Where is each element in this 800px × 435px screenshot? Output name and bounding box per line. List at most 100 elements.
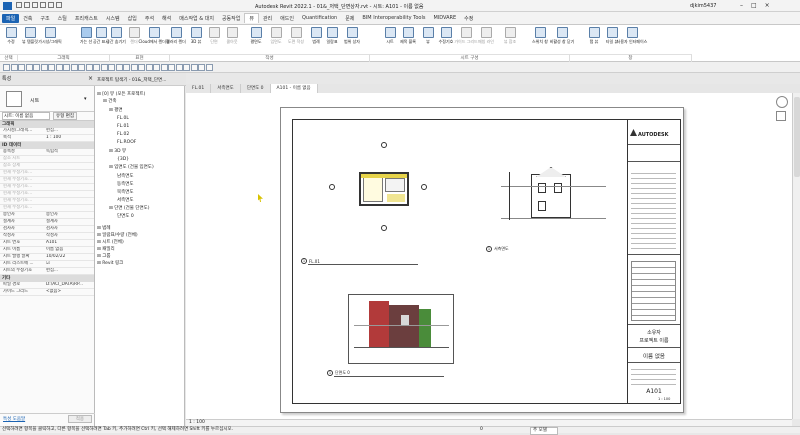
print-icon[interactable] (48, 2, 54, 8)
ribbon-button-20[interactable]: 뷰 (420, 27, 436, 44)
type-dropdown-icon[interactable]: ▾ (84, 96, 87, 102)
property-value[interactable]: ☑ (44, 261, 94, 267)
browser-node[interactable]: 남측면도 (117, 174, 134, 180)
open-icon[interactable] (16, 2, 22, 8)
ribbon-tab-12[interactable]: 관리 (259, 14, 276, 23)
property-row[interactable]: 현재 수정기호... (0, 198, 94, 205)
property-row[interactable]: 현재 수정기호... (0, 177, 94, 184)
property-value[interactable] (44, 205, 94, 211)
active-workset[interactable]: 주 모델 (530, 427, 558, 435)
browser-node[interactable]: 서측면도 (117, 198, 134, 204)
ribbon-button-21[interactable]: 수정기호 (438, 27, 454, 44)
vertical-scrollbar[interactable] (792, 93, 800, 419)
ribbon-tab-13[interactable]: 애드인 (276, 14, 298, 23)
browser-node[interactable]: ⊟ 일람표/수량 (전체) (97, 233, 138, 239)
property-value[interactable]: 10/02/22 (44, 254, 94, 260)
view-tab-1[interactable]: 서측면도 (211, 84, 241, 93)
ribbon-tab-11[interactable]: 뷰 (244, 13, 259, 23)
property-value[interactable] (44, 163, 94, 169)
instance-filter[interactable]: 시트: 이름 없음 (2, 112, 50, 120)
property-value[interactable]: 편집... (44, 268, 94, 274)
ribbon-tab-10[interactable]: 공동작업 (218, 14, 244, 23)
option-tool-icon[interactable] (108, 64, 115, 71)
property-row[interactable]: 종속성 독립적 (0, 149, 94, 156)
ribbon-button-18[interactable]: 시트 (382, 27, 398, 44)
property-value[interactable] (44, 198, 94, 204)
option-tool-icon[interactable] (183, 64, 190, 71)
property-row[interactable]: 작성자 작성자 (0, 233, 94, 240)
option-tool-icon[interactable] (100, 64, 108, 71)
ribbon-button-25[interactable]: 스위치 창 (532, 27, 548, 44)
ribbon-panel-1[interactable]: 그래픽 (18, 54, 110, 62)
property-row[interactable]: 시트 이름 이름 없음 (0, 247, 94, 254)
ribbon-tab-3[interactable]: 스틸 (54, 14, 71, 23)
ribbon-button-11[interactable]: 콜아웃 (224, 27, 240, 44)
property-row[interactable]: 검사자 검사자 (0, 226, 94, 233)
ribbon-tab-2[interactable]: 구조 (36, 14, 53, 23)
ribbon-button-22[interactable]: 가이드 그리드 (454, 27, 478, 44)
property-row[interactable]: 시트 번호 A101 (0, 240, 94, 247)
option-tool-icon[interactable] (63, 64, 70, 71)
property-row[interactable]: 설계자 설계자 (0, 219, 94, 226)
view-tab-3[interactable]: A101 - 이름 없음 (270, 84, 318, 93)
property-row[interactable]: 가이드 그리드 <없음> (0, 289, 94, 296)
maximize-icon[interactable]: □ (751, 2, 765, 9)
ribbon-panel-0[interactable]: 선택 (0, 54, 18, 62)
property-row[interactable]: 현재 수정기호... (0, 184, 94, 191)
browser-node[interactable]: ⊟ 그룹 (97, 254, 110, 260)
ribbon-button-0[interactable]: 수정 (3, 27, 19, 44)
properties-help-link[interactable]: 특성 도움말 (3, 416, 25, 422)
option-tool-icon[interactable] (70, 64, 78, 71)
property-value[interactable]: 편집... (44, 128, 94, 134)
scroll-thumb[interactable] (794, 97, 800, 177)
apply-button[interactable]: 적용 (67, 414, 92, 423)
option-tool-icon[interactable] (138, 64, 145, 71)
browser-node[interactable]: ⊟ [0] 뷰 (모든 프로젝트) (97, 92, 145, 98)
properties-close-icon[interactable]: × (88, 75, 93, 82)
option-tool-icon[interactable] (18, 64, 25, 71)
browser-node[interactable]: {3D} (117, 157, 129, 163)
minimize-icon[interactable]: – (740, 2, 751, 9)
measure-icon[interactable] (56, 2, 62, 8)
section-viewport[interactable] (348, 294, 454, 364)
browser-node[interactable]: 동측면도 (117, 182, 134, 188)
ribbon-tab-0[interactable]: 파일 (2, 13, 20, 23)
option-tool-icon[interactable] (160, 64, 168, 71)
option-tool-icon[interactable] (175, 64, 183, 71)
ribbon-tab-18[interactable]: 수정 (460, 14, 477, 23)
browser-node[interactable]: FL.01 (117, 124, 129, 130)
steering-wheel-icon[interactable] (776, 96, 788, 108)
property-row[interactable]: 승인자 승인자 (0, 212, 94, 219)
option-tool-icon[interactable] (115, 64, 123, 71)
browser-node[interactable]: ⊟ 범례 (97, 226, 110, 232)
ribbon-button-1[interactable]: 뷰 템플릿 (22, 27, 38, 44)
ribbon-button-8[interactable]: 갤러리 렌더 (166, 27, 186, 44)
browser-node[interactable]: 단면도 0 (117, 214, 134, 220)
ribbon-tab-16[interactable]: BIM Interoperability Tools (358, 14, 429, 22)
ribbon-panel-5[interactable]: 창 (570, 54, 692, 62)
edit-type-button[interactable]: 유형 편집 (53, 112, 77, 120)
user-name[interactable]: djkim5437 (690, 3, 716, 9)
ribbon-button-7[interactable]: Cloud에서 렌더링 (138, 27, 170, 44)
property-value[interactable] (44, 184, 94, 190)
property-row[interactable]: 참조 상세 (0, 163, 94, 170)
zoom-icon[interactable] (776, 111, 786, 121)
option-tool-icon[interactable] (25, 64, 33, 71)
option-tool-icon[interactable] (93, 64, 100, 71)
ribbon-tab-8[interactable]: 해석 (158, 14, 175, 23)
option-tool-icon[interactable] (123, 64, 130, 71)
redo-icon[interactable] (40, 2, 46, 8)
property-value[interactable]: 독립적 (44, 149, 94, 155)
property-value[interactable]: 설계자 (44, 219, 94, 225)
undo-icon[interactable] (32, 2, 38, 8)
ribbon-panel-2[interactable]: 표현 (110, 54, 170, 62)
ribbon-button-9[interactable]: 3D 뷰 (188, 27, 204, 44)
property-value[interactable]: D:\ACI_DATA\RP... (44, 282, 94, 288)
browser-node[interactable]: ⊟ 입면도 (건물 입면도) (109, 165, 154, 171)
option-tool-icon[interactable] (153, 64, 160, 71)
option-tool-icon[interactable] (190, 64, 198, 71)
option-tool-icon[interactable] (168, 64, 175, 71)
view-tab-2[interactable]: 단면도 0 (241, 84, 271, 93)
ribbon-tab-17[interactable]: MIDVARE (429, 14, 460, 22)
browser-node[interactable]: FL.02 (117, 132, 129, 138)
